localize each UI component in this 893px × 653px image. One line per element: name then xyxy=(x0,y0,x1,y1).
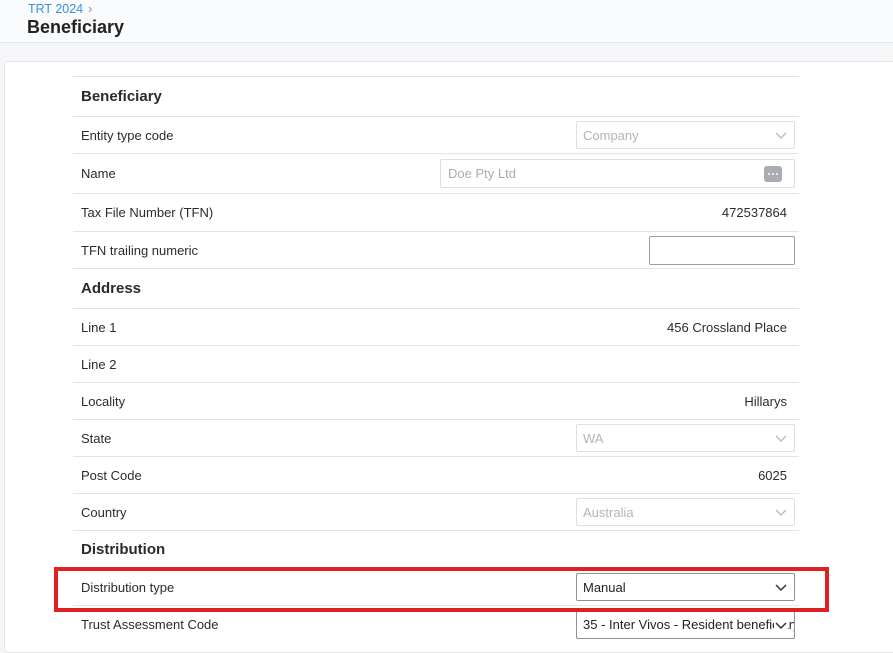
state-select[interactable]: WA xyxy=(576,424,795,452)
section-title-distribution: Distribution xyxy=(81,541,166,558)
trust-assessment-code-value: 35 - Inter Vivos - Resident beneficiary xyxy=(583,617,795,632)
post-code-value: 6025 xyxy=(758,467,787,483)
row-line2: Line 2 xyxy=(73,346,799,383)
section-distribution: Distribution xyxy=(73,531,799,569)
entity-type-code-label: Entity type code xyxy=(81,127,174,143)
country-select[interactable]: Australia xyxy=(576,498,795,526)
chevron-down-icon xyxy=(774,617,788,632)
distribution-type-label: Distribution type xyxy=(81,579,175,595)
row-line1: Line 1 456 Crossland Place xyxy=(73,309,799,346)
country-value: Australia xyxy=(583,504,634,520)
row-entity-type-code: Entity type code Company xyxy=(73,117,799,154)
line1-value: 456 Crossland Place xyxy=(667,319,787,335)
locality-label: Locality xyxy=(81,393,126,409)
section-beneficiary: Beneficiary xyxy=(73,77,799,117)
locality-value: Hillarys xyxy=(744,393,787,409)
chevron-down-icon xyxy=(775,584,787,592)
row-name: Name Doe Pty Ltd xyxy=(73,154,799,194)
entity-type-code-select[interactable]: Company xyxy=(576,121,795,149)
page-title: Beneficiary xyxy=(27,17,125,37)
name-label: Name xyxy=(81,166,116,181)
row-trust-assessment-code: Trust Assessment Code 35 - Inter Vivos -… xyxy=(73,606,799,643)
section-title-address: Address xyxy=(81,280,142,297)
more-icon[interactable] xyxy=(764,166,782,182)
breadcrumb: TRT 2024 › xyxy=(28,2,92,16)
breadcrumb-link-trt-2024[interactable]: TRT 2024 xyxy=(28,2,83,16)
name-placeholder: Doe Pty Ltd xyxy=(448,166,516,181)
section-title-beneficiary: Beneficiary xyxy=(81,88,162,105)
section-address: Address xyxy=(73,269,799,309)
line2-label: Line 2 xyxy=(81,356,117,372)
page-header: TRT 2024 › Beneficiary xyxy=(0,0,893,43)
state-label: State xyxy=(81,430,112,446)
trust-assessment-code-select[interactable]: 35 - Inter Vivos - Resident beneficiary xyxy=(576,610,795,639)
tfn-label: Tax File Number (TFN) xyxy=(81,205,214,220)
post-code-label: Post Code xyxy=(81,467,142,483)
row-country: Country Australia xyxy=(73,494,799,531)
beneficiary-form: Beneficiary Entity type code Company Nam… xyxy=(73,76,799,643)
row-distribution-type: Distribution type Manual xyxy=(73,569,799,606)
row-locality: Locality Hillarys xyxy=(73,383,799,420)
breadcrumb-separator: › xyxy=(88,2,93,16)
row-tfn-trailing: TFN trailing numeric xyxy=(73,232,799,269)
line1-label: Line 1 xyxy=(81,319,117,335)
chevron-down-icon xyxy=(775,509,787,516)
row-tfn: Tax File Number (TFN) 472537864 xyxy=(73,194,799,232)
state-value: WA xyxy=(583,430,604,446)
country-label: Country xyxy=(81,504,127,520)
tfn-trailing-label: TFN trailing numeric xyxy=(81,242,199,258)
name-input[interactable]: Doe Pty Ltd xyxy=(440,159,795,188)
entity-type-code-value: Company xyxy=(583,127,639,143)
row-post-code: Post Code 6025 xyxy=(73,457,799,494)
trust-assessment-code-label: Trust Assessment Code xyxy=(81,617,219,632)
distribution-type-select[interactable]: Manual xyxy=(576,573,795,601)
row-state: State WA xyxy=(73,420,799,457)
distribution-type-value: Manual xyxy=(583,579,626,595)
tfn-value: 472537864 xyxy=(721,205,787,220)
chevron-down-icon xyxy=(775,132,787,139)
tfn-trailing-input[interactable] xyxy=(649,235,795,265)
chevron-down-icon xyxy=(775,435,787,442)
